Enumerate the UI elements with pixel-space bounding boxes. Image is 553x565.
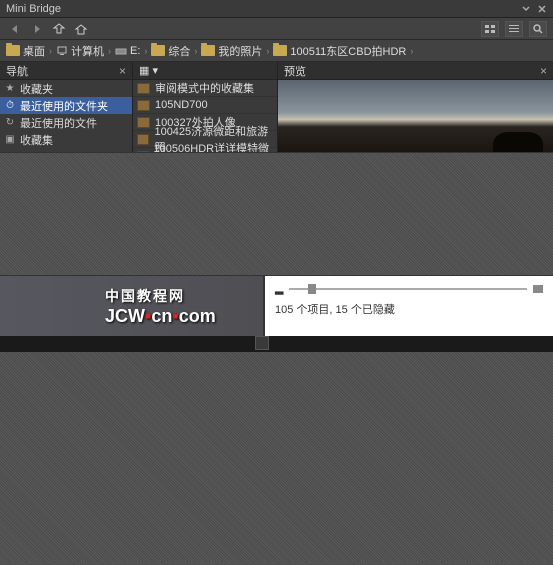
nav-item-collections[interactable]: ▣收藏集 xyxy=(0,131,132,148)
back-button[interactable] xyxy=(6,21,24,37)
close-icon[interactable]: × xyxy=(540,64,547,78)
nav-panel-header: 导航 × xyxy=(0,62,132,80)
view-mode-icon[interactable] xyxy=(481,21,499,37)
slider-thumb[interactable] xyxy=(308,284,316,294)
file-list: 审阅模式中的收藏集 105ND700 100327外拍人像 100425济源微距… xyxy=(133,80,277,152)
slider-track[interactable] xyxy=(289,288,527,290)
preview-body xyxy=(278,80,553,152)
breadcrumb-item[interactable]: 桌面 xyxy=(6,43,45,59)
thumbnail-area xyxy=(0,152,553,276)
home-button[interactable] xyxy=(72,21,90,37)
folder-icon: ▣ xyxy=(4,134,16,145)
breadcrumb-item[interactable]: 综合 xyxy=(151,43,190,59)
breadcrumb-item[interactable]: E: xyxy=(115,45,140,57)
zoom-slider[interactable]: ▂ xyxy=(275,282,543,295)
content-panel-header: ▦ ▾ xyxy=(133,62,277,80)
nav-toolbar xyxy=(0,18,553,40)
search-icon[interactable] xyxy=(529,21,547,37)
folder-icon xyxy=(273,45,287,56)
divider-strip xyxy=(0,336,553,352)
forward-button[interactable] xyxy=(28,21,46,37)
redo-icon: ↻ xyxy=(4,117,16,128)
breadcrumb-item[interactable]: 我的照片 xyxy=(201,43,262,59)
content-panel: ▦ ▾ 审阅模式中的收藏集 105ND700 100327外拍人像 100425… xyxy=(133,62,278,152)
preview-panel: 预览 × xyxy=(278,62,553,152)
status-text: 105 个项目, 15 个已隐藏 xyxy=(275,301,543,317)
watermark: 中国教程网 JCW▪cn▪com xyxy=(0,276,265,336)
nav-panel-title: 导航 xyxy=(6,63,28,79)
breadcrumb-item[interactable]: 计算机 xyxy=(56,43,104,59)
main-panels: 导航 × ★收藏夹 ⏱最近使用的文件夹 ↻最近使用的文件 ▣收藏集 ▦ ▾ 审阅… xyxy=(0,62,553,152)
star-icon: ★ xyxy=(4,83,16,94)
preview-panel-title: 预览 xyxy=(284,63,306,79)
status-bar: ▂ 105 个项目, 15 个已隐藏 xyxy=(265,276,553,336)
chevron-right-icon: › xyxy=(194,46,197,56)
nav-tree: ★收藏夹 ⏱最近使用的文件夹 ↻最近使用的文件 ▣收藏集 xyxy=(0,80,132,152)
titlebar: Mini Bridge xyxy=(0,0,553,18)
preview-panel-header: 预览 × xyxy=(278,62,553,80)
nav-item-recent-folders[interactable]: ⏱最近使用的文件夹 xyxy=(0,97,132,114)
up-button[interactable] xyxy=(50,21,68,37)
preview-image xyxy=(278,80,553,152)
folder-icon xyxy=(151,45,165,56)
close-icon[interactable]: × xyxy=(119,64,126,78)
window-title: Mini Bridge xyxy=(6,3,61,15)
chevron-right-icon: › xyxy=(266,46,269,56)
breadcrumb-item[interactable]: 100511东区CBD拍HDR xyxy=(273,43,406,59)
close-icon[interactable] xyxy=(537,4,547,14)
resize-handle[interactable] xyxy=(255,336,269,350)
nav-item-recent-files[interactable]: ↻最近使用的文件 xyxy=(0,114,132,131)
chevron-right-icon: › xyxy=(410,46,413,56)
computer-icon xyxy=(56,45,68,57)
clock-icon: ⏱ xyxy=(4,100,16,111)
empty-area xyxy=(0,352,553,565)
bottom-bar: 中国教程网 JCW▪cn▪com ▂ 105 个项目, 15 个已隐藏 xyxy=(0,276,553,336)
thumb-icon xyxy=(137,151,149,153)
watermark-line1: 中国教程网 xyxy=(105,286,263,306)
list-item[interactable]: 100506HDR详详模特微微距 xyxy=(133,148,277,152)
thumb-icon xyxy=(137,83,150,94)
breadcrumb: 桌面 › 计算机 › E: › 综合 › 我的照片 › 100511东区CBD拍HDR › xyxy=(0,40,553,62)
list-item[interactable]: 105ND700 xyxy=(133,97,277,114)
thumb-icon xyxy=(137,117,150,128)
list-mode-icon[interactable] xyxy=(505,21,523,37)
chevron-right-icon: › xyxy=(108,46,111,56)
list-item[interactable]: 审阅模式中的收藏集 xyxy=(133,80,277,97)
minimize-icon[interactable] xyxy=(521,4,531,14)
nav-panel: 导航 × ★收藏夹 ⏱最近使用的文件夹 ↻最近使用的文件 ▣收藏集 xyxy=(0,62,133,152)
thumb-icon xyxy=(137,134,149,145)
chevron-right-icon: › xyxy=(144,46,147,56)
watermark-line2: JCW▪cn▪com xyxy=(105,306,263,327)
slider-min-icon: ▂ xyxy=(275,282,283,295)
nav-item-favorites[interactable]: ★收藏夹 xyxy=(0,80,132,97)
folder-icon xyxy=(201,45,215,56)
content-header-icon: ▦ ▾ xyxy=(139,64,158,77)
folder-icon xyxy=(6,45,20,56)
slider-max-icon xyxy=(533,285,543,293)
thumb-icon xyxy=(137,100,150,111)
chevron-right-icon: › xyxy=(49,46,52,56)
drive-icon xyxy=(115,46,127,56)
